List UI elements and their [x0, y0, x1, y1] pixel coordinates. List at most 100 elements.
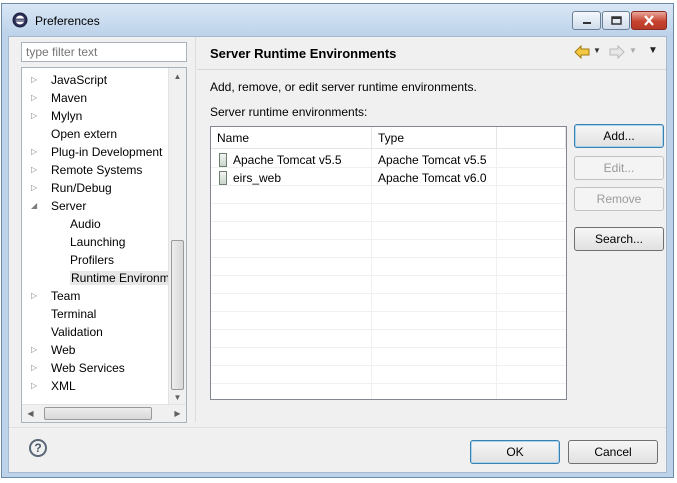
tree-item[interactable]: ▷ Web Services — [31, 359, 125, 377]
tree-item-label: Run/Debug — [51, 181, 112, 195]
window-title: Preferences — [35, 14, 100, 28]
add-button[interactable]: Add... — [574, 124, 664, 148]
tree-item-label: Web — [51, 343, 76, 357]
scroll-left-icon[interactable]: ◀ — [22, 405, 39, 422]
tree-horizontal-scrollbar[interactable]: ◀ ▶ — [22, 404, 186, 422]
edit-button[interactable]: Edit... — [574, 156, 664, 180]
server-runtime-icon — [219, 153, 227, 167]
tree-item-label: Open extern — [51, 127, 118, 141]
tree-expand-icon[interactable]: ▷ — [31, 161, 43, 179]
tree-item-label: Web Services — [51, 361, 125, 375]
remove-button[interactable]: Remove — [574, 187, 664, 211]
tree-collapse-icon[interactable]: ◢ — [31, 197, 43, 215]
column-header-name[interactable]: Name — [211, 127, 372, 149]
page-header: Server Runtime Environments ▼ ▼ ▼ — [197, 37, 666, 70]
scroll-right-icon[interactable]: ▶ — [169, 405, 186, 422]
grid-line — [211, 221, 566, 222]
tree-expand-icon[interactable]: ▷ — [31, 143, 43, 161]
grid-line — [211, 383, 566, 384]
view-menu-icon[interactable]: ▼ — [648, 45, 658, 56]
tree-item[interactable]: ▷ Team — [31, 287, 81, 305]
tree-item-label: Validation — [51, 325, 103, 339]
tree-item-label: Remote Systems — [51, 163, 143, 177]
grid-line — [211, 275, 566, 276]
tree-item-label: Mylyn — [51, 109, 83, 123]
vertical-scroll-thumb[interactable] — [171, 240, 184, 390]
tree-item-label: Launching — [70, 235, 126, 249]
close-icon — [644, 15, 654, 26]
tree-item-label: Server — [51, 199, 87, 213]
runtime-type: Apache Tomcat v6.0 — [378, 171, 487, 185]
tree-item[interactable]: Profilers — [70, 251, 114, 269]
dialog-body: ▷ JavaScript ▷ Maven ▷ Mylyn Open extern ▷ Plug-… — [8, 36, 667, 473]
runtime-table: Name Type Apache Tomcat v5.5 Apache Tomc… — [210, 126, 567, 400]
tree-item-label: Team — [51, 289, 81, 303]
horizontal-scroll-thumb[interactable] — [44, 407, 152, 420]
footer-divider — [9, 427, 666, 428]
tree-item[interactable]: Validation — [51, 323, 103, 341]
scroll-up-icon[interactable]: ▲ — [169, 68, 186, 85]
tree-item[interactable]: Terminal — [51, 305, 96, 323]
tree-item-label: Profilers — [70, 253, 115, 267]
tree-expand-icon[interactable]: ▷ — [31, 71, 43, 89]
eclipse-app-icon — [12, 12, 28, 28]
maximize-button[interactable] — [602, 11, 630, 30]
tree-expand-icon[interactable]: ▷ — [31, 377, 43, 395]
grid-line — [211, 347, 566, 348]
minimize-icon — [582, 21, 591, 24]
back-history-dropdown-icon[interactable]: ▼ — [593, 46, 601, 55]
forward-arrow-icon[interactable] — [609, 45, 625, 59]
tree-item[interactable]: Runtime Environme — [70, 269, 178, 287]
tree-item[interactable]: Launching — [70, 233, 125, 251]
help-icon[interactable]: ? — [29, 439, 47, 457]
column-header-type[interactable]: Type — [372, 127, 497, 149]
tree-expand-icon[interactable]: ▷ — [31, 287, 43, 305]
runtime-name: Apache Tomcat v5.5 — [233, 153, 342, 167]
tree-expand-icon[interactable]: ▷ — [31, 107, 43, 125]
tree-item[interactable]: ▷ Web — [31, 341, 76, 359]
maximize-icon — [610, 15, 622, 25]
tree-item[interactable]: ▷ Remote Systems — [31, 161, 143, 179]
tree-item[interactable]: Open extern — [51, 125, 117, 143]
back-arrow-icon[interactable] — [574, 45, 590, 59]
tree-item-label: Runtime Environme — [70, 271, 178, 285]
search-button[interactable]: Search... — [574, 227, 664, 251]
preference-tree: ▷ JavaScript ▷ Maven ▷ Mylyn Open extern ▷ Plug-… — [21, 67, 187, 423]
tree-expand-icon[interactable]: ▷ — [31, 359, 43, 377]
tree-item[interactable]: ▷ Plug-in Development — [31, 143, 163, 161]
page-description: Add, remove, or edit server runtime envi… — [210, 80, 477, 94]
grid-line — [211, 239, 566, 240]
close-button[interactable] — [631, 11, 667, 30]
tree-expand-icon[interactable]: ▷ — [31, 179, 43, 197]
grid-line — [211, 257, 566, 258]
tree-expand-icon[interactable]: ▷ — [31, 89, 43, 107]
forward-history-dropdown-icon[interactable]: ▼ — [629, 46, 637, 55]
grid-line — [211, 203, 566, 204]
filter-input[interactable] — [21, 42, 187, 62]
grid-line — [211, 311, 566, 312]
runtime-table-label: Server runtime environments: — [210, 105, 368, 119]
grid-line — [211, 365, 566, 366]
tree-item[interactable]: ▷ Maven — [31, 89, 88, 107]
grid-line — [211, 293, 566, 294]
tree-item[interactable]: ▷ JavaScript — [31, 71, 107, 89]
preferences-window: Preferences ▷ JavaScript ▷ Maven ▷ Mylyn Open … — [1, 3, 674, 478]
tree-item[interactable]: Audio — [70, 215, 101, 233]
tree-item-label: Plug-in Development — [51, 145, 163, 159]
tree-item[interactable]: ◢ Server — [31, 197, 87, 215]
ok-button[interactable]: OK — [470, 440, 560, 464]
tree-item[interactable]: ▷ Run/Debug — [31, 179, 112, 197]
tree-item-label: Maven — [51, 91, 88, 105]
grid-line — [211, 329, 566, 330]
tree-vertical-scrollbar[interactable]: ▲ ▼ — [168, 68, 186, 406]
minimize-button[interactable] — [572, 11, 601, 30]
column-header-filler — [497, 127, 566, 149]
tree-expand-icon[interactable]: ▷ — [31, 341, 43, 359]
tree-item-label: XML — [51, 379, 76, 393]
runtime-type: Apache Tomcat v5.5 — [378, 153, 487, 167]
tree-item[interactable]: ▷ Mylyn — [31, 107, 83, 125]
tree-item-label: Audio — [70, 217, 101, 231]
tree-item[interactable]: ▷ XML — [31, 377, 76, 395]
pane-divider[interactable] — [195, 37, 196, 422]
cancel-button[interactable]: Cancel — [568, 440, 658, 464]
